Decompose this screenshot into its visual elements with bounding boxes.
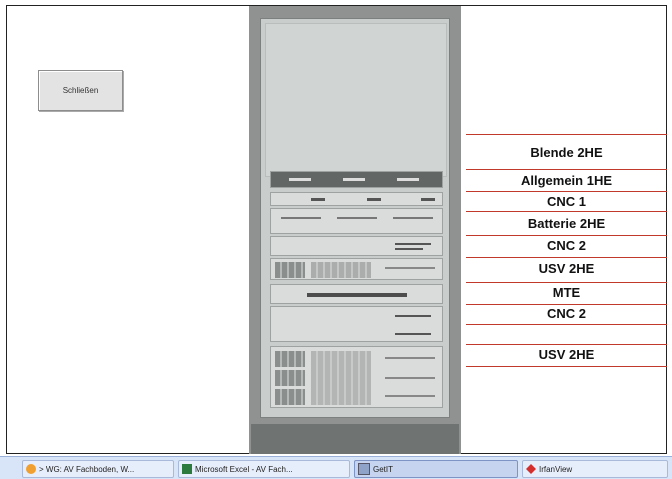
divider-line [466,169,667,170]
rack-label-batterie: Batterie 2HE [527,216,606,231]
rack-label-blende: Blende 2HE [530,145,603,160]
divider-line [466,282,667,283]
rack-label-mte: MTE [552,285,581,300]
taskbar-item-irfanview[interactable]: IrfanView [522,460,668,478]
rack-unit-mte [270,284,443,304]
rack-label-usv-b: USV 2HE [538,347,595,362]
irfanview-icon [526,464,536,474]
rack-unit-cnc2-b [270,306,443,342]
rack-unit-cnc2-a [270,236,443,256]
rack-label-cnc2: CNC 2 [546,238,586,253]
divider-line [466,366,667,367]
firefox-icon [26,464,36,474]
rack-unit-batterie [270,208,443,234]
close-button[interactable]: Schließen [38,70,123,111]
divider-line [466,257,667,258]
divider-line [466,235,667,236]
taskbar-item-label: GetIT [373,464,394,474]
rack-label-cnc2-b: CNC 2 [546,306,586,321]
taskbar-item-getit[interactable]: GetIT [354,460,518,478]
rack-blank-panel [265,23,447,177]
taskbar-item-label: > WG: AV Fachboden, W... [39,464,135,474]
divider-line [466,324,667,325]
divider-line [466,304,667,305]
divider-line [466,191,667,192]
rack-label-usv: USV 2HE [538,261,595,276]
rack-unit-usv-a [270,258,443,280]
excel-icon [182,464,192,474]
taskbar-item-label: IrfanView [539,464,573,474]
rack-unit-cnc1 [270,192,443,206]
rack-base [251,424,459,454]
window-icon [358,463,370,475]
divider-line [466,211,667,212]
taskbar-item-label: Microsoft Excel - AV Fach... [195,464,293,474]
taskbar-item-mail[interactable]: > WG: AV Fachboden, W... [22,460,174,478]
rack-label-allgemein: Allgemein 1HE [520,173,613,188]
divider-line [466,134,667,135]
rack-label-cnc1: CNC 1 [546,194,586,209]
divider-line [466,344,667,345]
rack-unit-allgemein [270,171,443,188]
taskbar: > WG: AV Fachboden, W... Microsoft Excel… [0,456,672,479]
taskbar-item-excel[interactable]: Microsoft Excel - AV Fach... [178,460,350,478]
rack-unit-usv-b [270,346,443,408]
